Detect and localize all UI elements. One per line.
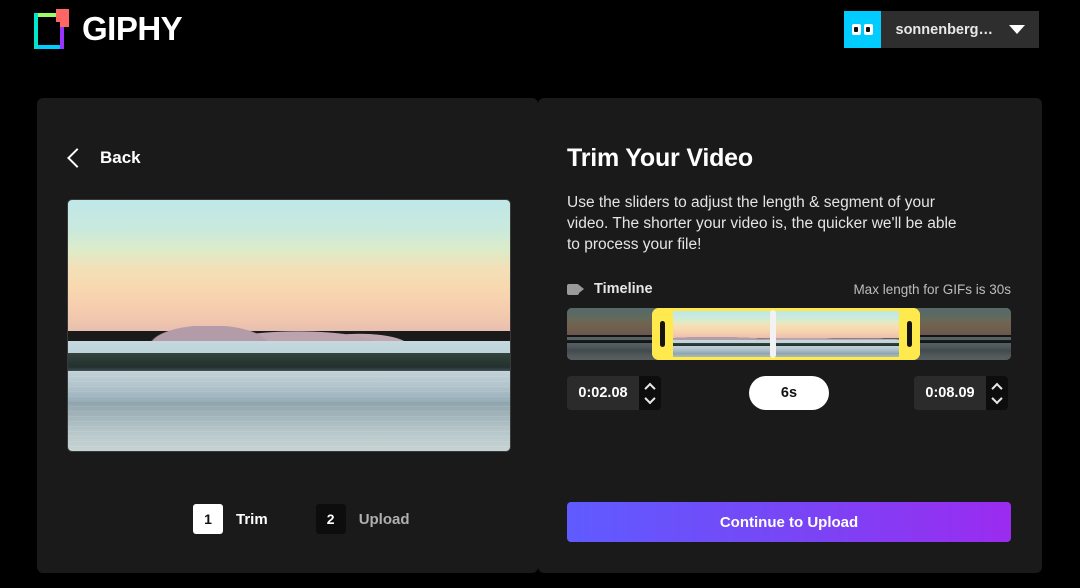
step-trim-number: 1 xyxy=(193,504,223,534)
account-username: sonnenberg… xyxy=(896,22,993,38)
continue-to-upload-button[interactable]: Continue to Upload xyxy=(567,502,1011,542)
giphy-logo-icon xyxy=(34,9,69,49)
chevron-up-icon[interactable] xyxy=(644,382,655,393)
step-trim-label: Trim xyxy=(236,511,268,528)
back-button-label: Back xyxy=(100,148,141,168)
step-upload-label: Upload xyxy=(359,511,410,528)
chevron-down-icon[interactable] xyxy=(644,392,655,403)
end-time-stepper[interactable] xyxy=(986,376,1008,410)
top-header: GIPHY sonnenberg… xyxy=(0,0,1080,70)
end-time-value[interactable]: 0:08.09 xyxy=(914,376,986,410)
max-length-note: Max length for GIFs is 30s xyxy=(853,282,1011,297)
chevron-down-icon[interactable] xyxy=(1009,25,1025,34)
step-upload[interactable]: 2 Upload xyxy=(316,504,410,534)
grip-icon xyxy=(660,321,665,347)
giphy-brand[interactable]: GIPHY xyxy=(34,9,182,49)
timeline-header: Timeline Max length for GIFs is 30s xyxy=(567,281,1011,297)
start-time-control[interactable]: 0:02.08 xyxy=(567,376,661,410)
avatar-eye-left xyxy=(852,24,861,35)
preview-panel: Back 1 Trim 2 Upload xyxy=(37,98,538,573)
timeline-playhead[interactable] xyxy=(770,310,776,358)
avatar-eye-right xyxy=(864,24,873,35)
chevron-down-icon[interactable] xyxy=(991,392,1002,403)
end-time-control[interactable]: 0:08.09 xyxy=(914,376,1008,410)
start-time-value[interactable]: 0:02.08 xyxy=(567,376,639,410)
page-title: Trim Your Video xyxy=(567,144,753,173)
timeline-track[interactable] xyxy=(567,308,1011,360)
trim-panel: Trim Your Video Use the sliders to adjus… xyxy=(538,98,1042,573)
timeline-label: Timeline xyxy=(594,281,653,297)
timeline-handle-start[interactable] xyxy=(652,308,673,360)
chevron-up-icon[interactable] xyxy=(991,382,1002,393)
timeline-selection[interactable] xyxy=(652,308,920,360)
step-upload-number: 2 xyxy=(316,504,346,534)
app-root: GIPHY sonnenberg… Back xyxy=(0,0,1080,588)
account-name-box[interactable]: sonnenberg… xyxy=(881,11,1039,48)
video-frame-image xyxy=(68,200,510,451)
duration-badge: 6s xyxy=(749,376,829,410)
timeline-handle-end[interactable] xyxy=(899,308,920,360)
chevron-left-icon xyxy=(67,148,87,168)
page-description: Use the sliders to adjust the length & s… xyxy=(567,192,959,255)
avatar[interactable] xyxy=(844,11,881,48)
step-trim[interactable]: 1 Trim xyxy=(193,504,268,534)
video-camera-icon xyxy=(567,284,584,295)
timeline-selection-frame xyxy=(655,311,917,357)
account-menu[interactable]: sonnenberg… xyxy=(844,11,1039,48)
video-preview[interactable] xyxy=(67,199,511,452)
grip-icon xyxy=(907,321,912,347)
giphy-wordmark: GIPHY xyxy=(82,9,182,49)
step-indicator: 1 Trim 2 Upload xyxy=(193,504,410,534)
start-time-stepper[interactable] xyxy=(639,376,661,410)
back-button[interactable]: Back xyxy=(70,148,141,168)
